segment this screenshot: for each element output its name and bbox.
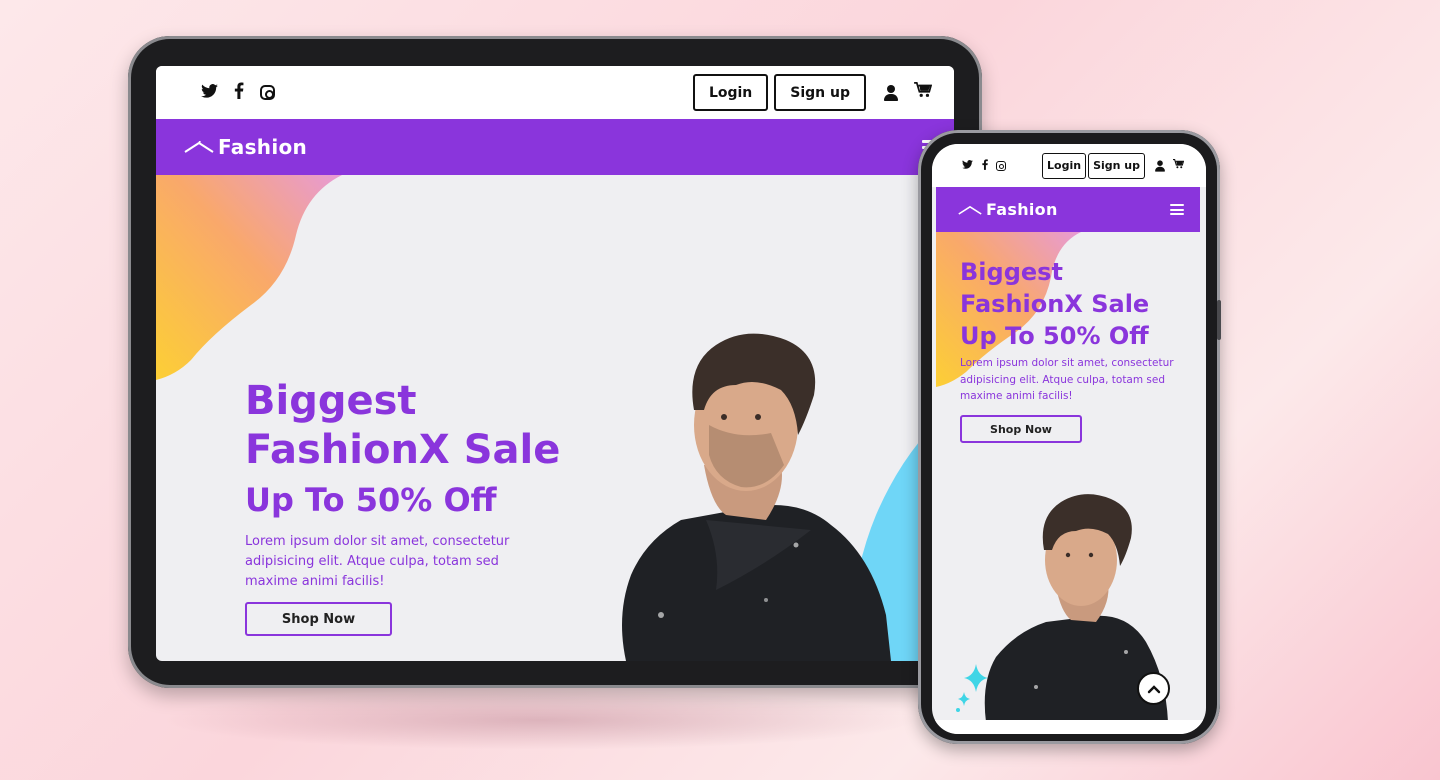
hanger-icon <box>958 205 982 215</box>
auth-actions: Login Sign up <box>692 74 933 111</box>
menu-icon[interactable] <box>1170 202 1184 218</box>
facebook-icon[interactable] <box>230 81 248 104</box>
hero-section: Biggest FashionX Sale Up To 50% Off Lore… <box>936 232 1200 734</box>
hero-section: Biggest FashionX Sale Up To 50% Off Lore… <box>156 175 954 661</box>
scroll-to-top-button[interactable] <box>1137 672 1170 705</box>
social-links <box>200 81 278 104</box>
phone-side-button <box>1217 300 1221 340</box>
hero-title-line2: FashionX Sale <box>245 427 561 473</box>
social-links <box>962 158 1007 173</box>
hero-description: Lorem ipsum dolor sit amet, consectetur … <box>245 534 510 589</box>
phone-device: Login Sign up Fashion Biggest FashionX S… <box>918 130 1221 744</box>
chevron-up-icon <box>1147 684 1160 693</box>
instagram-icon[interactable] <box>260 85 278 100</box>
hero-title-line2: FashionX Sale <box>960 290 1150 318</box>
brand-name: Fashion <box>986 200 1058 219</box>
hero-title-line1: Biggest <box>245 378 417 424</box>
brand-logo[interactable]: Fashion <box>958 200 1058 219</box>
model-photo <box>622 333 891 661</box>
hero-title-line1: Biggest <box>960 258 1063 286</box>
device-shadow <box>160 690 920 750</box>
signup-button[interactable]: Sign up <box>774 74 866 111</box>
top-bar: Login Sign up <box>156 66 954 119</box>
login-button[interactable]: Login <box>1042 152 1087 179</box>
sparkle-icon <box>956 664 988 712</box>
cart-icon[interactable] <box>914 82 933 103</box>
twitter-icon[interactable] <box>962 159 973 172</box>
main-navbar: Fashion <box>936 187 1200 232</box>
facebook-icon[interactable] <box>979 158 990 173</box>
cart-icon[interactable] <box>1173 159 1185 172</box>
signup-button[interactable]: Sign up <box>1088 152 1145 179</box>
tablet-screen: Login Sign up Fashion Biggest FashionX S… <box>156 66 954 661</box>
twitter-icon[interactable] <box>200 83 218 103</box>
hero-title-line3: Up To 50% Off <box>960 322 1149 350</box>
user-icon[interactable] <box>884 84 898 101</box>
phone-screen: Login Sign up Fashion Biggest FashionX S… <box>932 144 1206 734</box>
login-button[interactable]: Login <box>692 74 769 111</box>
auth-actions: Login Sign up <box>1042 152 1185 179</box>
brand-name: Fashion <box>218 135 308 159</box>
tablet-device: Login Sign up Fashion Biggest FashionX S… <box>128 36 982 688</box>
main-navbar: Fashion <box>156 119 954 175</box>
hero-description: Lorem ipsum dolor sit amet, consectetur … <box>960 357 1174 402</box>
hero-title-line3: Up To 50% Off <box>245 481 497 519</box>
phone-bottom-bar <box>932 720 1206 734</box>
instagram-icon[interactable] <box>996 160 1007 171</box>
brand-logo[interactable]: Fashion <box>184 135 307 159</box>
hanger-icon <box>184 141 214 153</box>
top-bar: Login Sign up <box>932 144 1206 187</box>
gradient-blob-top-left <box>156 175 342 380</box>
shop-now-button[interactable]: Shop Now <box>245 602 392 636</box>
user-icon[interactable] <box>1155 159 1165 172</box>
shop-now-button[interactable]: Shop Now <box>960 415 1082 443</box>
